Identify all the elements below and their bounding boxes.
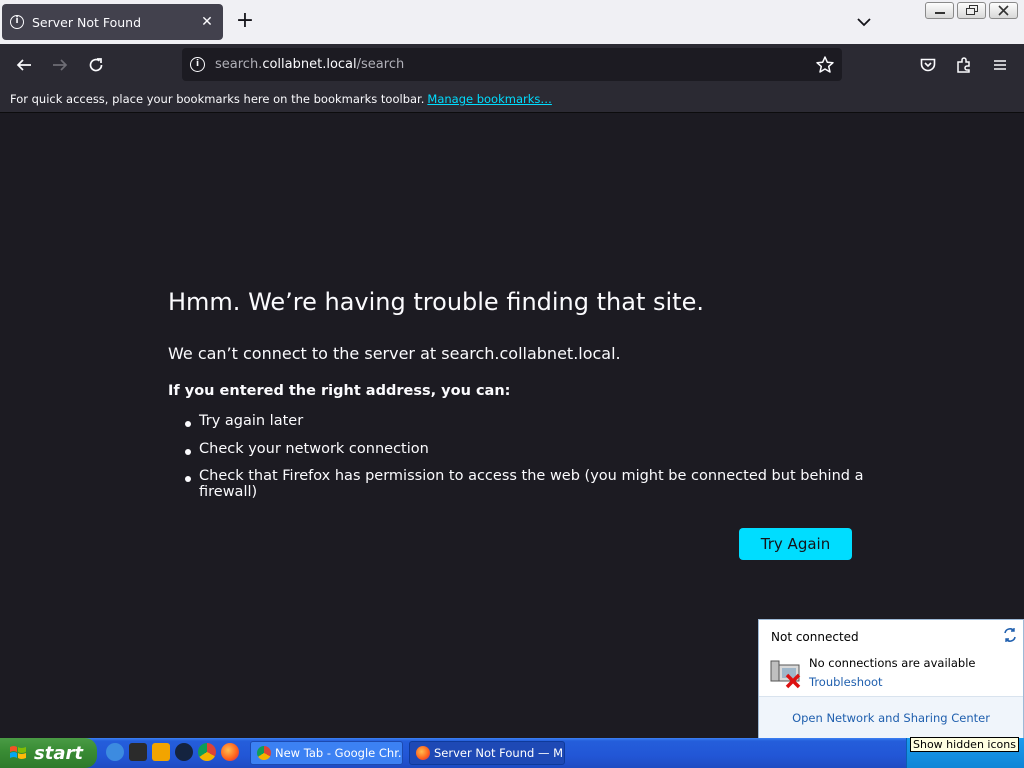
firefox-icon[interactable] [221, 743, 239, 761]
tab-title: Server Not Found [32, 14, 142, 30]
bookmark-star-button[interactable] [814, 54, 836, 76]
windows-flag-icon [10, 746, 26, 759]
close-icon [998, 5, 1009, 16]
error-description: We can’t connect to the server at search… [168, 344, 621, 363]
new-tab-button[interactable]: + [233, 10, 257, 34]
app-icon[interactable] [175, 743, 193, 761]
suggestion-list: Try again later Check your network conne… [168, 413, 888, 500]
arrow-right-icon [53, 59, 68, 71]
chrome-icon [257, 746, 271, 760]
network-status-label: Not connected [771, 630, 859, 644]
media-player-icon[interactable] [152, 743, 170, 761]
manage-bookmarks-link[interactable]: Manage bookmarks… [427, 92, 552, 106]
error-title: Hmm. We’re having trouble finding that s… [168, 288, 704, 316]
start-button[interactable]: start [0, 738, 97, 768]
close-tab-icon[interactable]: ✕ [199, 14, 215, 30]
start-label: start [34, 742, 83, 764]
info-icon: i [10, 15, 24, 29]
window-controls [925, 2, 1018, 19]
taskbar: start New Tab - Google Chr... Server Not… [0, 738, 1024, 768]
reload-button[interactable] [85, 54, 107, 76]
minimize-icon [934, 11, 945, 14]
close-window-button[interactable] [989, 2, 1018, 19]
navigation-toolbar: i search.collabnet.local/search [0, 44, 1024, 86]
ie-icon[interactable] [106, 743, 124, 761]
suggestion-item: Try again later [168, 413, 888, 441]
try-again-button[interactable]: Try Again [739, 528, 852, 560]
refresh-network-button[interactable] [1002, 627, 1018, 643]
media-icon[interactable] [129, 743, 147, 761]
site-info-icon[interactable]: i [190, 57, 205, 72]
refresh-arrows-icon [1004, 628, 1016, 642]
error-subheading: If you entered the right address, you ca… [168, 383, 511, 399]
task-label: New Tab - Google Chr... [275, 746, 403, 760]
puzzle-icon [957, 57, 970, 73]
error-container: Hmm. We’re having trouble finding that s… [168, 288, 888, 500]
menu-button[interactable] [989, 54, 1011, 76]
extensions-button[interactable] [953, 54, 975, 76]
network-disconnected-icon [769, 655, 803, 689]
restore-icon [965, 5, 978, 15]
pocket-icon [920, 58, 936, 72]
show-hidden-icons-tooltip: Show hidden icons [910, 737, 1019, 752]
taskbar-firefox-button[interactable]: Server Not Found — M... [409, 741, 565, 765]
no-connections-text: No connections are available [809, 656, 976, 670]
network-status-popup: Not connected No connections are availab… [758, 619, 1024, 738]
minimize-button[interactable] [925, 2, 954, 19]
arrow-left-icon [16, 59, 31, 71]
forward-button[interactable] [49, 54, 71, 76]
star-icon [816, 56, 834, 73]
open-network-center-link[interactable]: Open Network and Sharing Center [759, 696, 1023, 738]
pocket-button[interactable] [917, 54, 939, 76]
url-text[interactable]: search.collabnet.local/search [215, 57, 404, 72]
bookmarks-hint: For quick access, place your bookmarks h… [10, 92, 425, 106]
suggestion-item: Check that Firefox has permission to acc… [168, 468, 888, 500]
hamburger-menu-icon [994, 60, 1006, 70]
chevron-down-icon [857, 18, 871, 27]
address-bar[interactable]: i search.collabnet.local/search [182, 48, 842, 81]
firefox-icon [416, 746, 430, 760]
list-all-tabs-button[interactable] [854, 12, 874, 32]
restore-button[interactable] [957, 2, 986, 19]
bookmarks-toolbar: For quick access, place your bookmarks h… [0, 86, 1024, 113]
tab-server-not-found[interactable]: i Server Not Found ✕ [2, 4, 223, 40]
back-button[interactable] [13, 54, 35, 76]
chrome-icon[interactable] [198, 743, 216, 761]
task-label: Server Not Found — M... [434, 746, 565, 760]
taskbar-chrome-button[interactable]: New Tab - Google Chr... [250, 741, 403, 765]
tab-strip: i Server Not Found ✕ + [0, 0, 1024, 44]
reload-icon [89, 58, 103, 72]
suggestion-item: Check your network connection [168, 441, 888, 469]
troubleshoot-link[interactable]: Troubleshoot [809, 675, 883, 689]
